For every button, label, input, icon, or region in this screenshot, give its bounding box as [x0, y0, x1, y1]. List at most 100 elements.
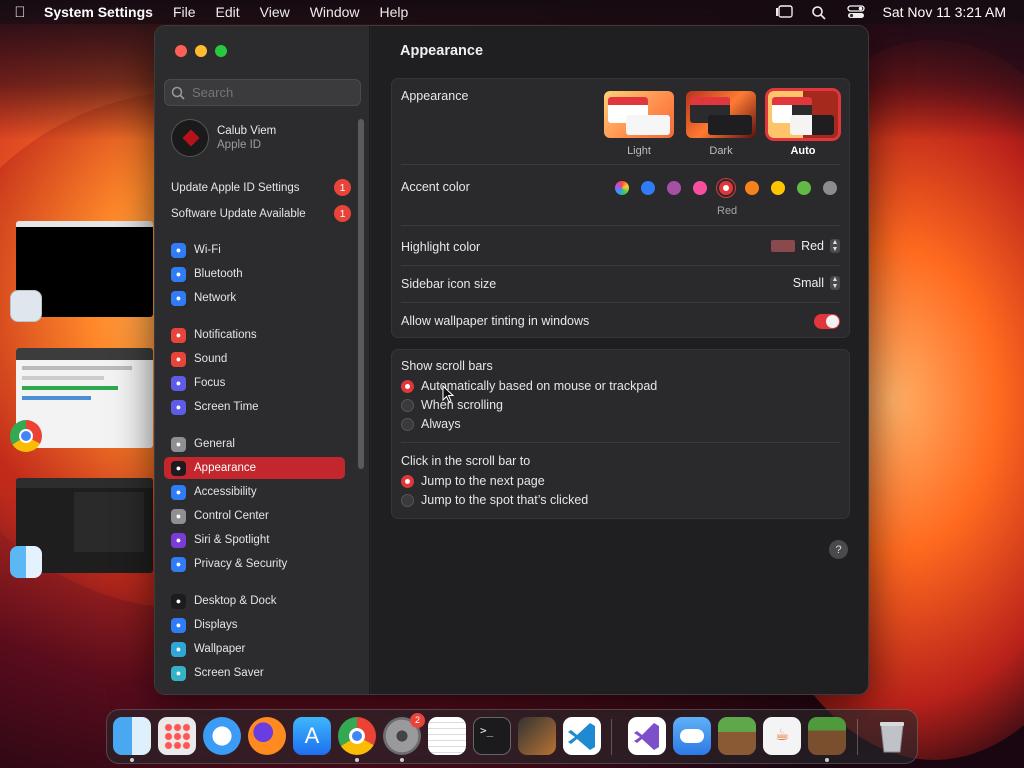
sidebar-item-siri-spotlight[interactable]: ● Siri & Spotlight: [164, 529, 345, 551]
wallpaper-tinting-toggle[interactable]: [814, 314, 840, 329]
menu-view[interactable]: View: [250, 4, 300, 20]
sidebar-item-displays[interactable]: ● Displays: [164, 614, 345, 636]
close-button[interactable]: [175, 45, 187, 57]
radio-label: Automatically based on mouse or trackpad: [421, 379, 658, 393]
dock-trash[interactable]: [873, 717, 911, 755]
app-icon-preview[interactable]: [10, 290, 42, 322]
mode-auto[interactable]: Auto: [768, 91, 838, 157]
accent-swatch[interactable]: [719, 181, 733, 195]
sidebar-item-wi-fi[interactable]: ● Wi-Fi: [164, 239, 345, 261]
sidebar-item-label: Displays: [194, 619, 238, 631]
sidebar-item-appearance[interactable]: ● Appearance: [164, 457, 345, 479]
menu-help[interactable]: Help: [370, 4, 419, 20]
menu-window[interactable]: Window: [300, 4, 370, 20]
radio-label: Jump to the spot that’s clicked: [421, 493, 589, 507]
search-input[interactable]: [192, 85, 352, 100]
spotlight-icon[interactable]: [811, 5, 829, 20]
stage-manager-icon[interactable]: [775, 5, 793, 19]
apple-id-account[interactable]: Calub Viem Apple ID: [171, 119, 276, 157]
hourglass-icon: ●: [171, 399, 186, 415]
mode-label: Dark: [709, 145, 733, 157]
dock-java[interactable]: ☕: [763, 717, 801, 755]
sidebar-item-screen-saver[interactable]: ● Screen Saver: [164, 662, 345, 684]
apple-menu-icon[interactable]: : [0, 4, 40, 21]
sidebar-icon-size-popup[interactable]: Small ▲ ▼: [793, 276, 840, 290]
accent-swatch[interactable]: [745, 181, 759, 195]
finder-app-icon[interactable]: [10, 546, 42, 578]
accent-swatch[interactable]: [693, 181, 707, 195]
sidebar-item-privacy-security[interactable]: ● Privacy & Security: [164, 553, 345, 575]
help-button[interactable]: ?: [829, 540, 848, 559]
notice-update-apple-id[interactable]: Update Apple ID Settings 1: [171, 179, 351, 196]
dock-finder[interactable]: [113, 717, 151, 755]
dock-firefox[interactable]: [248, 717, 286, 755]
sidebar-item-label: Wallpaper: [194, 643, 246, 655]
chevron-updown-icon: ▲ ▼: [830, 239, 840, 253]
control-center-icon[interactable]: [846, 5, 865, 19]
minimize-button[interactable]: [195, 45, 207, 57]
dock-safari[interactable]: [203, 717, 241, 755]
sidebar-item-sound[interactable]: ● Sound: [164, 348, 345, 370]
search-field[interactable]: [164, 79, 361, 106]
radio-jump-next-page[interactable]: Jump to the next page: [401, 474, 545, 488]
accent-swatch[interactable]: [615, 181, 629, 195]
radio-scroll-always[interactable]: Always: [401, 417, 461, 431]
dock-minecraft[interactable]: [808, 717, 846, 755]
accent-swatch[interactable]: [667, 181, 681, 195]
appearance-panel: Appearance Light Dark Auto Accent color …: [391, 78, 850, 338]
sidebar-item-notifications[interactable]: ● Notifications: [164, 324, 345, 346]
radio-scroll-automatic[interactable]: Automatically based on mouse or trackpad: [401, 379, 657, 393]
sidebar-item-desktop-dock[interactable]: ● Desktop & Dock: [164, 590, 345, 612]
sidebar-item-wallpaper[interactable]: ● Wallpaper: [164, 638, 345, 660]
account-name: Calub Viem: [217, 125, 277, 137]
radio-dot: [401, 493, 414, 507]
appearance-icon: ●: [171, 460, 186, 476]
radio-dot: [401, 379, 414, 393]
sidebar-item-screen-time[interactable]: ● Screen Time: [164, 396, 345, 418]
sidebar-item-accessibility[interactable]: ● Accessibility: [164, 481, 345, 503]
radio-dot: [401, 474, 414, 488]
dock-terminal[interactable]: >_: [473, 717, 511, 755]
dock-system-settings[interactable]: 2: [383, 713, 425, 755]
running-indicator: [825, 758, 829, 762]
menu-edit[interactable]: Edit: [206, 4, 250, 20]
dock-chrome[interactable]: [338, 717, 376, 755]
mode-light[interactable]: Light: [604, 91, 674, 157]
menu-clock[interactable]: Sat Nov 11 3:21 AM: [883, 4, 1006, 20]
dock-launchpad[interactable]: [158, 717, 196, 755]
accent-swatch[interactable]: [797, 181, 811, 195]
sidebar-item-network[interactable]: ● Network: [164, 287, 345, 309]
dock-app-store[interactable]: A: [293, 717, 331, 755]
menu-file[interactable]: File: [163, 4, 206, 20]
highlight-value: Red: [801, 239, 824, 253]
running-indicator: [130, 758, 134, 762]
hand-icon: ●: [171, 556, 186, 572]
zoom-button[interactable]: [215, 45, 227, 57]
menu-app-name[interactable]: System Settings: [40, 4, 163, 20]
show-scroll-bars-label: Show scroll bars: [401, 359, 493, 373]
sidebar-item-general[interactable]: ● General: [164, 433, 345, 455]
sidebar-item-bluetooth[interactable]: ● Bluetooth: [164, 263, 345, 285]
dock-minecraft-launcher[interactable]: [718, 717, 756, 755]
chrome-app-icon[interactable]: [10, 420, 42, 452]
dock-vscode[interactable]: [563, 717, 601, 755]
accent-swatch[interactable]: [641, 181, 655, 195]
dock-visual-studio[interactable]: [628, 717, 666, 755]
sidebar-item-control-center[interactable]: ● Control Center: [164, 505, 345, 527]
mode-dark[interactable]: Dark: [686, 91, 756, 157]
radio-jump-to-spot[interactable]: Jump to the spot that’s clicked: [401, 493, 588, 507]
search-icon: [171, 86, 185, 100]
notice-software-update[interactable]: Software Update Available 1: [171, 205, 351, 222]
moon-icon: ●: [171, 375, 186, 391]
dark-mode-preview: [686, 91, 756, 138]
highlight-color-popup[interactable]: Red ▲ ▼: [771, 239, 840, 253]
sidebar-scrollbar[interactable]: [358, 119, 364, 469]
dock-icloud[interactable]: [673, 717, 711, 755]
dock-instruments[interactable]: [518, 717, 556, 755]
divider: [401, 302, 840, 303]
dock-textedit[interactable]: [428, 717, 466, 755]
accent-swatch[interactable]: [771, 181, 785, 195]
accent-swatch[interactable]: [823, 181, 837, 195]
sidebar-item-focus[interactable]: ● Focus: [164, 372, 345, 394]
sidebar-item-label: Network: [194, 292, 237, 304]
